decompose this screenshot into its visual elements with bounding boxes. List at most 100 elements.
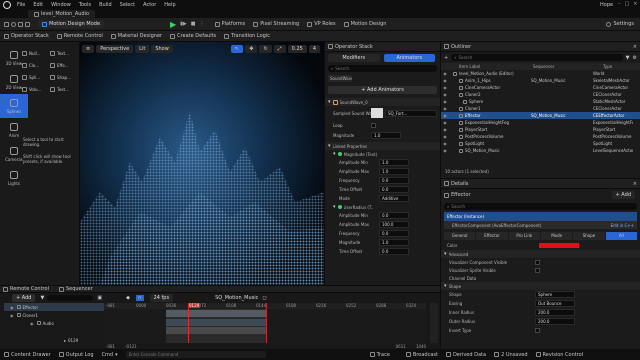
- track-row[interactable]: ◉ Effector: [4, 303, 104, 311]
- tool-category-2[interactable]: Splines: [0, 94, 28, 118]
- outliner-row[interactable]: ◉ PlayerStart PlayerStart: [441, 126, 640, 133]
- visibility-eye-icon[interactable]: ◉: [441, 148, 449, 153]
- advanced-checkbox[interactable]: [535, 267, 540, 273]
- magnitude-field[interactable]: 1.0: [371, 131, 401, 139]
- material-designer-button[interactable]: Material Designer: [110, 33, 162, 39]
- visibility-eye-icon[interactable]: ◉: [441, 71, 449, 76]
- vp-roles-button[interactable]: VP Roles: [307, 21, 336, 27]
- visibility-eye-icon[interactable]: ◉: [441, 85, 449, 90]
- outliner-row[interactable]: ◉ Cloner2 CEClonerActor: [441, 91, 640, 98]
- menu-item-select[interactable]: Select: [120, 2, 135, 8]
- snap-icon[interactable]: ∩: [135, 294, 144, 301]
- trace-button[interactable]: Trace: [369, 352, 390, 358]
- select-tool-icon[interactable]: ↖: [231, 44, 244, 53]
- outliner-row[interactable]: ◉ SpotLight SpotLight: [441, 140, 640, 147]
- tool-button-0[interactable]: Null...: [22, 48, 50, 58]
- visibility-eye-icon[interactable]: ◉: [10, 313, 14, 318]
- filter-icon[interactable]: ▼: [40, 295, 44, 301]
- play-icon[interactable]: ▶: [170, 20, 176, 29]
- shape-row-value[interactable]: Out Bounce: [535, 300, 575, 307]
- loop-checkbox[interactable]: [371, 122, 376, 128]
- add-animators-button[interactable]: + Add Animators: [328, 86, 437, 94]
- shape-row-value[interactable]: 200.0: [535, 318, 575, 325]
- outliner-search[interactable]: ⌕ Search: [451, 54, 623, 61]
- effector-section[interactable]: [166, 310, 266, 317]
- maximize-icon[interactable]: □: [625, 1, 630, 7]
- content-drawer-button[interactable]: Content Drawer: [4, 352, 51, 358]
- playhead-line[interactable]: [188, 303, 189, 343]
- sampled-asset-field[interactable]: SQ_Fort...: [385, 109, 437, 117]
- track-row[interactable]: ◉ Audio: [4, 319, 104, 327]
- property-value[interactable]: 1.0: [379, 168, 409, 175]
- column-type[interactable]: Type: [603, 64, 612, 69]
- property-value[interactable]: 0.0: [379, 186, 409, 193]
- outliner-row[interactable]: ◉ Anim_1_Hips SQ_Motion_Music SkeletalMeshA…: [441, 77, 640, 84]
- visibility-eye-icon[interactable]: ◉: [441, 141, 449, 146]
- magnitude-group-header[interactable]: ▾ Magnitude (Text): [325, 150, 440, 158]
- remote-control-button[interactable]: Remote Control: [56, 33, 103, 39]
- audio-section[interactable]: [166, 327, 266, 334]
- broadcast-button[interactable]: Broadcast: [405, 352, 438, 358]
- visibility-eye-icon[interactable]: ◉: [30, 321, 34, 326]
- derived-data-button[interactable]: Derived Data: [445, 352, 486, 358]
- platforms-button[interactable]: Platforms: [214, 21, 245, 27]
- fov-value[interactable]: 0.25: [287, 44, 307, 53]
- remote-control-tab[interactable]: Remote Control: [3, 286, 49, 292]
- track-row[interactable]: ◉ Cloner1: [4, 311, 104, 319]
- menu-item-file[interactable]: File: [17, 2, 25, 8]
- close-icon[interactable]: ×: [633, 44, 637, 50]
- cmd-dropdown[interactable]: Cmd ▾: [102, 352, 118, 358]
- menu-item-actor[interactable]: Actor: [143, 2, 156, 8]
- unsaved-button[interactable]: 2 Unsaved: [494, 352, 528, 358]
- mode-icon[interactable]: [11, 21, 16, 27]
- sequencer-tab[interactable]: Sequencer: [58, 286, 93, 292]
- details-tab-pro-link[interactable]: Pro Link: [508, 232, 540, 240]
- cinematics-icon[interactable]: [25, 21, 30, 27]
- viewport[interactable]: ≡ Perspective Lit Show ↖ ✥ ↻ ⤢ 0.25 4: [80, 42, 324, 285]
- details-tab-effector[interactable]: Effector: [476, 232, 508, 240]
- create-defaults-button[interactable]: Create Defaults: [170, 33, 216, 39]
- outliner-row[interactable]: ◉ level_Motion_Audio (Editor) World: [441, 70, 640, 77]
- add-actor-icon[interactable]: +: [444, 55, 448, 61]
- menu-item-tools[interactable]: Tools: [79, 2, 91, 8]
- move-tool-icon[interactable]: ✥: [245, 44, 258, 53]
- tool-button-7[interactable]: Text...: [50, 84, 78, 94]
- property-value[interactable]: 1.0: [379, 159, 409, 166]
- outliner-row[interactable]: ◉ Cloner1 CEClonerActor: [441, 105, 640, 112]
- details-search[interactable]: ⌕ Search: [444, 203, 637, 210]
- edit-cpp-link[interactable]: Edit in C++: [611, 223, 634, 228]
- details-tab-mode[interactable]: Mode: [540, 232, 573, 240]
- details-tab-general[interactable]: General: [444, 232, 476, 240]
- perspective-button[interactable]: Perspective: [96, 44, 134, 53]
- property-value[interactable]: 0.0: [379, 230, 409, 237]
- instance-row[interactable]: Effector (Instance): [444, 212, 637, 221]
- property-value[interactable]: Additive: [379, 195, 409, 202]
- lock-icon[interactable]: ◻: [262, 295, 266, 301]
- add-component-button[interactable]: + Add: [611, 191, 635, 199]
- tool-button-4[interactable]: Spli...: [22, 72, 50, 82]
- close-icon[interactable]: ×: [633, 1, 637, 7]
- user-name[interactable]: Hope: [600, 2, 613, 8]
- visibility-eye-icon[interactable]: ◉: [441, 113, 449, 118]
- visibility-eye-icon[interactable]: ◉: [10, 305, 14, 310]
- invert-checkbox[interactable]: [535, 328, 540, 333]
- close-icon[interactable]: ×: [633, 181, 637, 187]
- show-button[interactable]: Show: [151, 44, 173, 53]
- modifiers-tab[interactable]: Modifiers: [328, 54, 380, 62]
- add-track-button[interactable]: + Add: [12, 293, 36, 302]
- settings-button[interactable]: Settings: [606, 21, 634, 27]
- pixel-streaming-button[interactable]: Pixel Streaming: [253, 21, 299, 27]
- tool-button-2[interactable]: Clo...: [22, 60, 50, 70]
- linked-properties-header[interactable]: ▾ Linked Properties: [325, 142, 440, 150]
- details-tab-shape[interactable]: Shape: [573, 232, 605, 240]
- transition-logic-button[interactable]: Transition Logic: [224, 33, 270, 39]
- outliner-row[interactable]: ◉ Sphere StaticMeshActor: [441, 98, 640, 105]
- more-icon[interactable]: ⋮: [200, 21, 205, 27]
- revision-control-button[interactable]: Revision Control: [535, 352, 583, 358]
- motion-design-button[interactable]: Motion Design: [343, 21, 386, 27]
- range-end-marker[interactable]: [266, 303, 267, 343]
- operator-stack-button[interactable]: Operator Stack: [4, 33, 49, 39]
- visibility-eye-icon[interactable]: ◉: [441, 134, 449, 139]
- playhead-frame[interactable]: 0129: [68, 338, 78, 343]
- sequence-name[interactable]: SQ_Motion_Music: [215, 295, 258, 301]
